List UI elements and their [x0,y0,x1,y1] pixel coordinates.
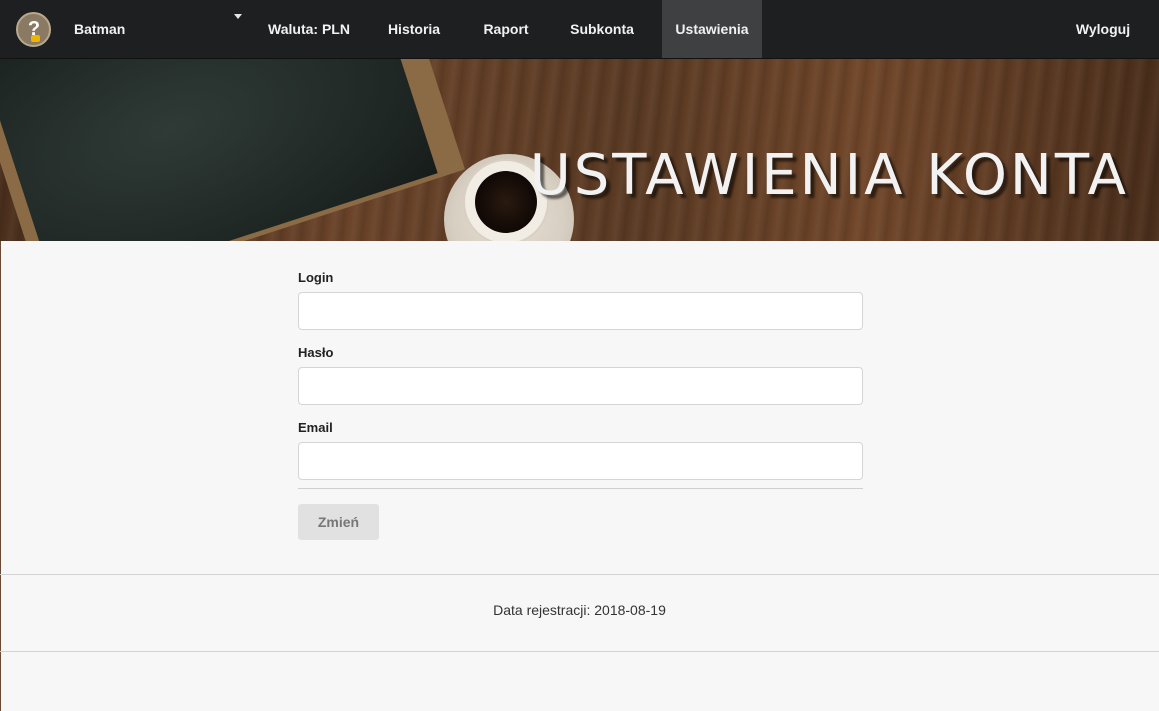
question-mark-avatar-icon[interactable]: ? [16,12,51,47]
left-edge-divider [0,241,1,711]
logout-link[interactable]: Wyloguj [1062,0,1144,58]
user-menu-name[interactable]: Batman [74,0,125,58]
footer-divider-bottom [0,651,1159,652]
nav-item-ustawienia[interactable]: Ustawienia [662,0,762,58]
registration-date: Data rejestracji: 2018-08-19 [493,602,666,618]
password-field[interactable] [298,367,863,405]
account-settings-form: Login Hasło Email Zmień [298,263,863,540]
nav-item-subkonta[interactable]: Subkonta [557,0,647,58]
nav-item-raport[interactable]: Raport [470,0,542,58]
hero-banner: USTAWIENIA KONTA [0,59,1159,241]
change-button[interactable]: Zmień [298,504,379,540]
footer-divider-top [0,574,1159,575]
login-label: Login [298,270,334,285]
form-divider [298,488,863,489]
page-title: USTAWIENIA KONTA [529,143,1129,208]
nav-item-historia[interactable]: Historia [374,0,454,58]
coffee-image [475,171,537,233]
email-label: Email [298,420,333,435]
email-field[interactable] [298,442,863,480]
nav-item-waluta[interactable]: Waluta: PLN [255,0,363,58]
password-label: Hasło [298,345,334,360]
top-navbar: ? Batman Waluta: PLN Historia Raport Sub… [0,0,1159,59]
chalkboard-image [0,59,438,241]
caret-down-icon[interactable] [234,14,242,19]
login-field[interactable] [298,292,863,330]
